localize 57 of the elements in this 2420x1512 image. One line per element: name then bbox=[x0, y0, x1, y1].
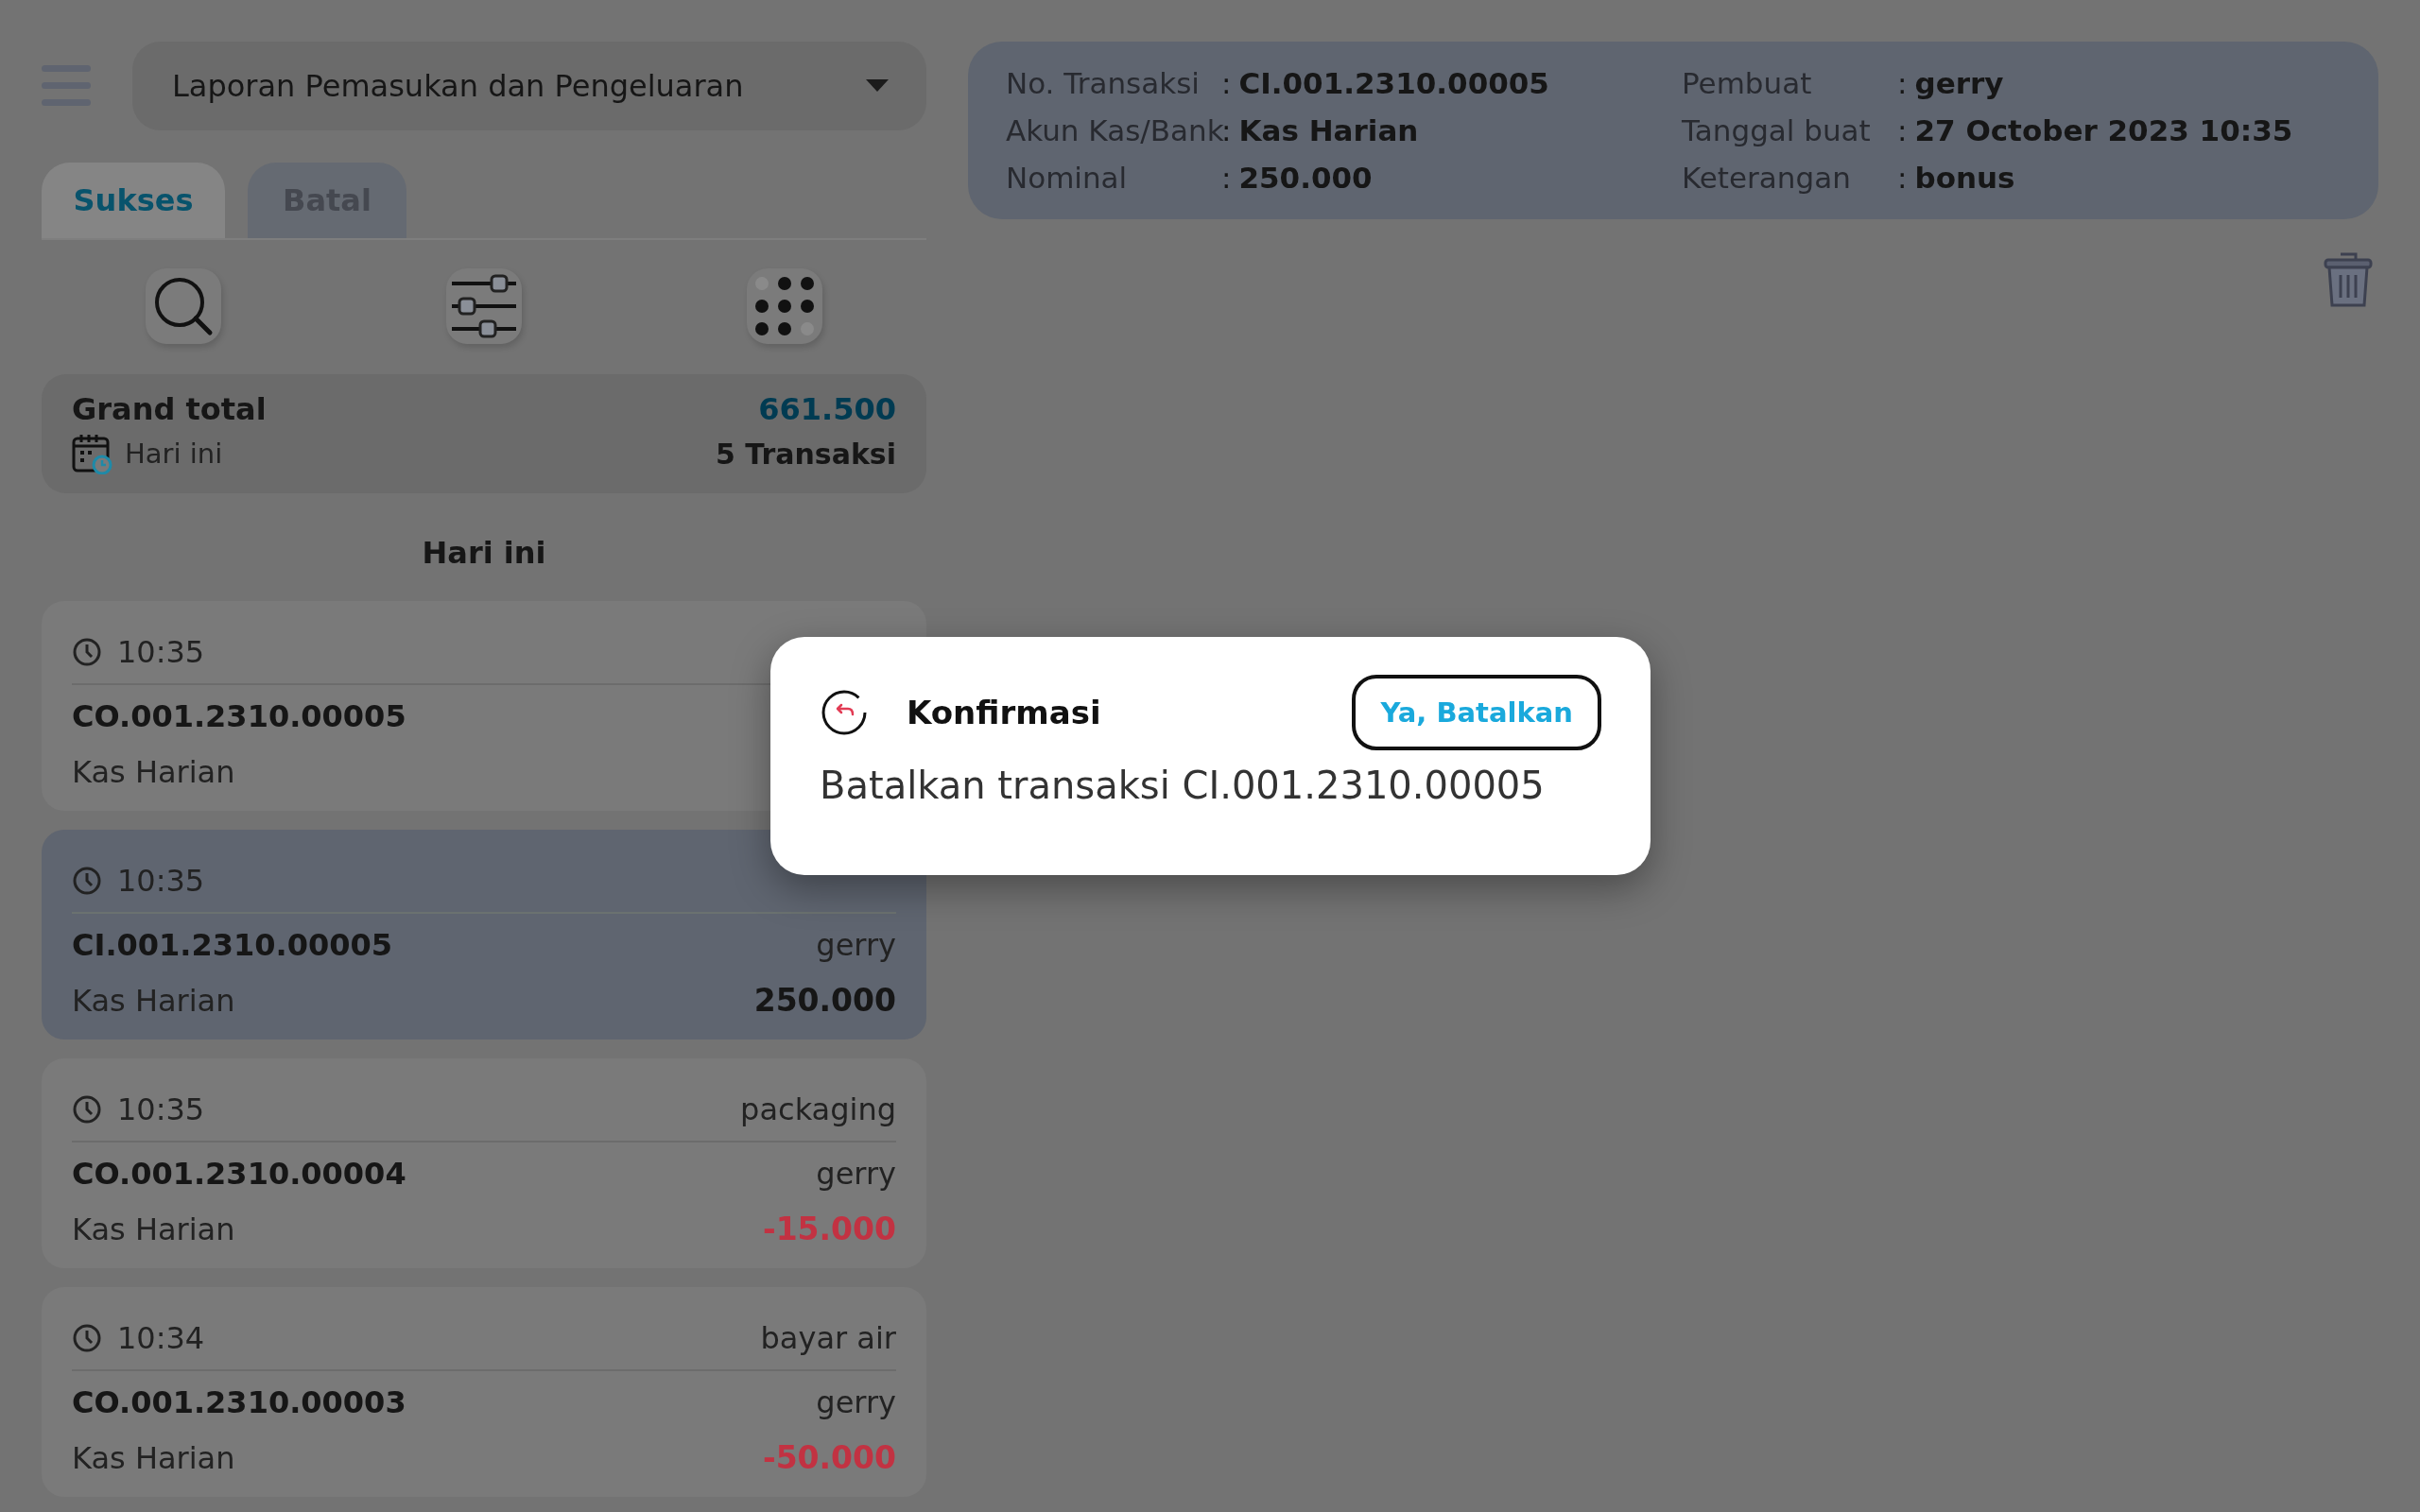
transaction-card[interactable]: 10:35 CI.001.2310.00005 gerry Kas Harian 250.000 bbox=[42, 830, 926, 1040]
transaction-count: 5 Transaksi bbox=[715, 437, 896, 471]
confirm-button[interactable]: Ya, Batalkan bbox=[1352, 675, 1601, 750]
transaction-number: CO.001.2310.00003 bbox=[72, 1383, 406, 1420]
transaction-amount: -15.000 bbox=[762, 1211, 896, 1248]
detail-separator: : bbox=[1221, 66, 1233, 100]
detail-label: Nominal bbox=[1006, 161, 1129, 195]
group-header: Hari ini bbox=[421, 535, 547, 571]
transaction-account: Kas Harian bbox=[72, 1439, 235, 1476]
detail-separator: : bbox=[1221, 161, 1233, 195]
detail-value: gerry bbox=[1914, 66, 2005, 100]
clock-icon bbox=[72, 866, 102, 897]
transaction-time: 10:35 bbox=[117, 1091, 205, 1128]
transaction-account: Kas Harian bbox=[72, 982, 235, 1019]
detail-label: Tanggal buat bbox=[1682, 113, 1872, 147]
transaction-account: Kas Harian bbox=[72, 753, 235, 790]
transaction-time: 10:34 bbox=[117, 1320, 205, 1357]
clock-icon bbox=[72, 1323, 102, 1354]
transaction-time: 10:35 bbox=[117, 863, 205, 900]
detail-label: Keterangan bbox=[1682, 161, 1852, 195]
transaction-number: CI.001.2310.00005 bbox=[72, 926, 393, 963]
transaction-amount: 250.000 bbox=[753, 982, 896, 1020]
detail-separator: : bbox=[1897, 66, 1909, 100]
search-icon[interactable] bbox=[146, 268, 221, 344]
period-label: Hari ini bbox=[125, 438, 223, 470]
filter-icon[interactable] bbox=[446, 268, 522, 344]
detail-value: Kas Harian bbox=[1238, 113, 1420, 147]
transaction-creator: gerry bbox=[816, 1155, 896, 1192]
detail-separator: : bbox=[1897, 113, 1909, 147]
transaction-account: Kas Harian bbox=[72, 1211, 235, 1247]
transaction-amount: -50.000 bbox=[762, 1439, 896, 1477]
transaction-creator: gerry bbox=[816, 1383, 896, 1420]
summary-title: Grand total bbox=[72, 391, 267, 427]
grand-total: 661.500 bbox=[758, 391, 896, 427]
tab[interactable]: Sukses bbox=[42, 163, 225, 238]
detail-value: 27 October 2023 10:35 bbox=[1914, 113, 2294, 147]
detail-value: CI.001.2310.00005 bbox=[1238, 66, 1550, 100]
transaction-card[interactable]: 10:35 packaging CO.001.2310.00004 gerry Kas Harian -15.000 bbox=[42, 1058, 926, 1268]
grid-icon[interactable] bbox=[747, 268, 822, 344]
detail-label: No. Transaksi bbox=[1006, 66, 1201, 100]
caret-icon bbox=[866, 79, 889, 93]
transaction-description: bayar air bbox=[760, 1320, 896, 1357]
calendar-icon bbox=[72, 433, 113, 474]
undo-icon bbox=[820, 688, 869, 737]
transaction-card[interactable]: 10:34 bayar air CO.001.2310.00003 gerry Kas Harian -50.000 bbox=[42, 1287, 926, 1497]
transaction-number: CO.001.2310.00004 bbox=[72, 1155, 406, 1192]
detail-separator: : bbox=[1897, 161, 1909, 195]
clock-icon bbox=[72, 637, 102, 668]
transaction-time: 10:35 bbox=[117, 634, 205, 671]
transaction-number: CO.001.2310.00005 bbox=[72, 697, 406, 734]
transaction-description: packaging bbox=[740, 1091, 896, 1128]
clock-icon bbox=[72, 1094, 102, 1125]
detail-value: 250.000 bbox=[1238, 161, 1374, 195]
detail-label: Pembuat bbox=[1682, 66, 1813, 100]
transaction-creator: gerry bbox=[816, 926, 896, 963]
report-dropdown[interactable]: Laporan Pemasukan dan Pengeluaran bbox=[132, 42, 926, 130]
detail-value: bonus bbox=[1914, 161, 2016, 195]
